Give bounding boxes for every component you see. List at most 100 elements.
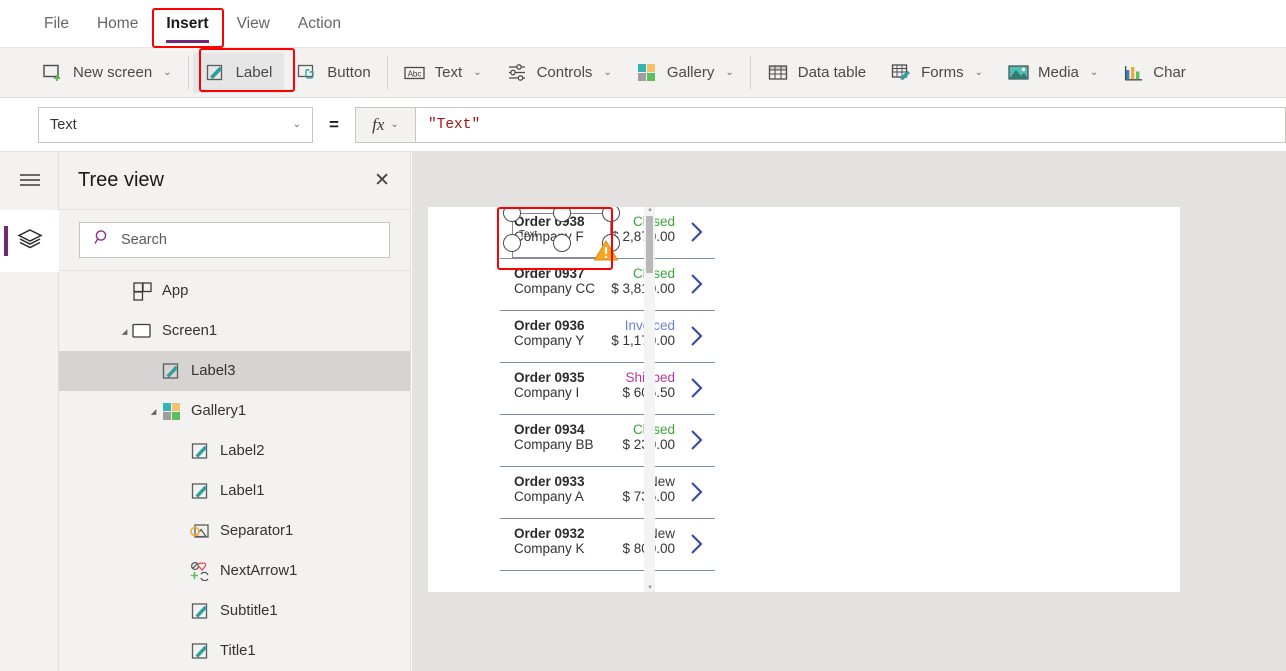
chevron-down-icon[interactable]: ⌄ [473,67,481,78]
resize-handle-bottom-center[interactable] [553,234,571,252]
formula-input[interactable]: "Text" [414,106,1286,143]
order-title: Order 0937 [514,266,585,281]
gallery-item-bottom-row: Company CC $ 3,810.00 [514,281,705,296]
equals-sign: = [329,114,339,134]
gallery-item-top-row: Order 0933 New [514,474,705,489]
gallery-item[interactable]: Order 0936 Invoiced Company Y $ 1,170.00 [500,311,715,363]
chevron-down-icon[interactable]: ⌄ [603,67,611,78]
close-icon[interactable]: ✕ [374,171,390,190]
panel-title: Tree view [78,169,164,191]
next-arrow-icon[interactable] [687,322,707,350]
next-arrow-icon[interactable] [687,218,707,246]
tree-item-label3[interactable]: Label3 [59,351,410,391]
ribbon-new-screen-button[interactable]: New screen ⌄ [30,53,184,93]
warning-triangle-icon[interactable] [593,239,619,267]
formula-text: "Text" [427,116,481,133]
menu-tab-action[interactable]: Action [284,9,355,39]
gallery-item-top-row: Order 0934 Closed [514,422,705,437]
selected-label-control[interactable]: Text [503,207,620,261]
ribbon-item-label: Forms [921,64,964,81]
gallery-item-bottom-row: Company BB $ 230.00 [514,437,705,452]
expand-caret-icon[interactable]: ◢ [147,407,160,416]
company-subtitle: Company I [514,385,580,400]
label-icon [189,602,211,621]
fx-dropdown-button[interactable]: fx ⌄ [354,106,415,143]
scroll-up-icon[interactable]: ▲ [647,207,653,213]
menu-tab-home[interactable]: Home [83,9,152,39]
app-screen-canvas[interactable]: Order 0938 Closed Company F $ 2,870.00 O… [428,207,1180,592]
ribbon-forms-button[interactable]: Forms ⌄ [878,53,995,93]
chevron-down-icon[interactable]: ⌄ [975,67,983,78]
resize-handle-bottom-left[interactable] [503,234,521,252]
search-input[interactable]: Search [79,222,390,258]
tree-item-subtitle1[interactable]: Subtitle1 [59,591,410,631]
property-selector-dropdown[interactable]: Text ⌄ [38,106,313,143]
company-subtitle: Company K [514,541,585,556]
ribbon-media-button[interactable]: Media ⌄ [995,53,1110,93]
tree-item-separator1[interactable]: Separator1 [59,511,410,551]
charts-icon [1122,63,1144,83]
order-title: Order 0933 [514,474,585,489]
ribbon-charts-button[interactable]: Char [1110,53,1198,93]
menu-tab-file[interactable]: File [30,9,83,39]
menu-tab-label: View [236,14,270,32]
order-title: Order 0934 [514,422,585,437]
tree-item-gallery1[interactable]: ◢ Gallery1 [59,391,410,431]
new-screen-icon [42,63,64,83]
gallery-control[interactable]: Order 0938 Closed Company F $ 2,870.00 O… [500,207,715,592]
forms-icon [890,63,912,83]
scrollbar-thumb[interactable] [646,216,653,273]
canvas-area[interactable]: Order 0938 Closed Company F $ 2,870.00 O… [412,152,1286,671]
next-arrow-icon[interactable] [687,374,707,402]
app-icon [131,281,153,301]
tree-search-container: Search [59,210,410,271]
text-abc-icon: Abc [404,63,426,83]
tree-item-nextarrow1[interactable]: NextArrow1 [59,551,410,591]
gallery-item[interactable]: Order 0935 Shipped Company I $ 606.50 [500,363,715,415]
gallery-item[interactable]: Order 0934 Closed Company BB $ 230.00 [500,415,715,467]
ribbon-item-label: Media [1038,64,1079,81]
company-subtitle: Company CC [514,281,596,296]
tree-item-app[interactable]: App [59,271,410,311]
expand-caret-icon[interactable]: ◢ [118,327,131,336]
ribbon-text-button[interactable]: Abc Text ⌄ [392,53,494,93]
ribbon-gallery-button[interactable]: Gallery ⌄ [624,53,746,93]
ribbon-divider [187,55,189,90]
ribbon-label-button[interactable]: Label [192,52,285,93]
menu-tab-insert[interactable]: Insert [152,9,222,43]
gallery-scrollbar[interactable]: ▲ ▼ [644,207,655,592]
label-icon [189,482,211,501]
chevron-down-icon[interactable]: ⌄ [725,67,733,78]
powerapps-studio-window: File Home Insert View Action New screen … [0,0,1286,671]
gallery-item-top-row: Order 0932 New [514,526,705,541]
chevron-down-icon[interactable]: ⌄ [1090,67,1098,78]
ribbon-button-button[interactable]: Button [284,53,382,93]
company-subtitle: Company BB [514,437,594,452]
gallery-item[interactable]: Order 0932 New Company K $ 800.00 [500,519,715,571]
active-tab-underline [166,39,209,43]
gallery-item-bottom-row: Company Y $ 1,170.00 [514,333,705,348]
tree-item-label: Separator1 [220,523,294,539]
menu-tab-view[interactable]: View [223,9,284,39]
hamburger-menu-icon [18,171,42,192]
tree-item-label2[interactable]: Label2 [59,431,410,471]
company-subtitle: Company A [514,489,584,504]
tree-item-title1[interactable]: Title1 [59,631,410,671]
hamburger-menu-button[interactable] [0,152,59,210]
next-arrow-icon[interactable] [687,426,707,454]
chevron-down-icon[interactable]: ⌄ [163,67,171,78]
tree-item-screen1[interactable]: ◢ Screen1 [59,311,410,351]
tree-item-label: Label2 [220,443,265,459]
next-arrow-icon[interactable] [687,530,707,558]
tree-item-label: Label3 [191,363,236,379]
scroll-down-icon[interactable]: ▼ [647,585,653,591]
tree-item-label: App [162,283,189,299]
controls-sliders-icon [506,63,528,83]
tree-item-label1[interactable]: Label1 [59,471,410,511]
ribbon-controls-button[interactable]: Controls ⌄ [494,53,624,93]
gallery-item[interactable]: Order 0933 New Company A $ 736.00 [500,467,715,519]
next-arrow-icon[interactable] [687,478,707,506]
rail-tree-view-button[interactable] [0,210,59,272]
next-arrow-icon[interactable] [687,270,707,298]
ribbon-data-table-button[interactable]: Data table [755,53,878,93]
